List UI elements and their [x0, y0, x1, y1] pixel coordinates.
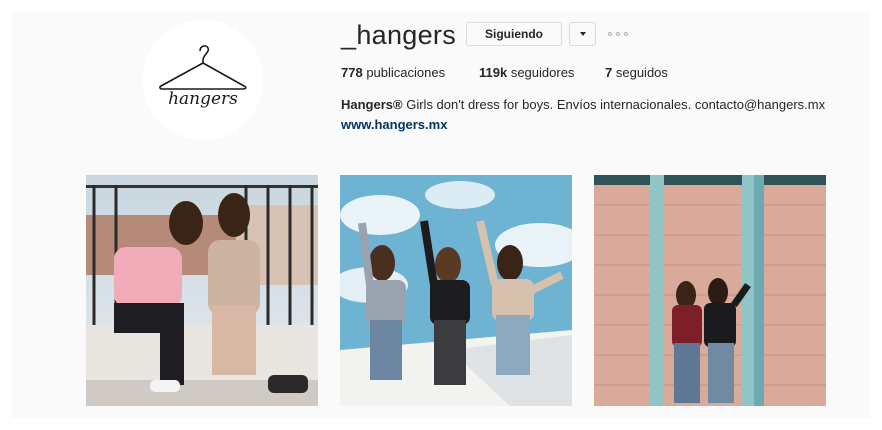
bio-name: Hangers®	[341, 97, 403, 112]
profile-website-link[interactable]: www.hangers.mx	[341, 117, 447, 132]
logo-wordmark: hangers	[168, 89, 238, 109]
following-button[interactable]: Siguiendo	[466, 22, 562, 46]
post-photo-2[interactable]	[340, 175, 572, 406]
followers-stat[interactable]: 119k seguidores	[479, 65, 574, 80]
hanger-logo: hangers	[159, 45, 247, 109]
followers-count: 119k	[479, 65, 508, 80]
profile-avatar[interactable]: hangers	[143, 20, 263, 140]
followers-label: seguidores	[510, 65, 575, 80]
following-stat[interactable]: 7 seguidos	[605, 65, 668, 80]
suggestions-dropdown-button[interactable]	[569, 22, 596, 46]
posts-label: publicaciones	[366, 65, 446, 80]
following-count: 7	[605, 65, 613, 80]
profile-username: _hangers	[341, 20, 456, 50]
posts-stat: 778 publicaciones	[341, 65, 445, 80]
bio-text: Girls don't dress for boys. Envíos inter…	[402, 97, 826, 112]
more-options-icon[interactable]	[608, 31, 628, 37]
chevron-down-icon	[579, 32, 586, 36]
following-label: seguidos	[615, 65, 668, 80]
post-photo-3[interactable]	[594, 175, 826, 406]
profile-page: hangers _hangers Siguiendo 778 publicaci…	[12, 12, 870, 418]
profile-bio: Hangers® Girls don't dress for boys. Env…	[341, 97, 825, 112]
posts-count: 778	[341, 65, 363, 80]
post-photo-1[interactable]	[86, 175, 318, 406]
